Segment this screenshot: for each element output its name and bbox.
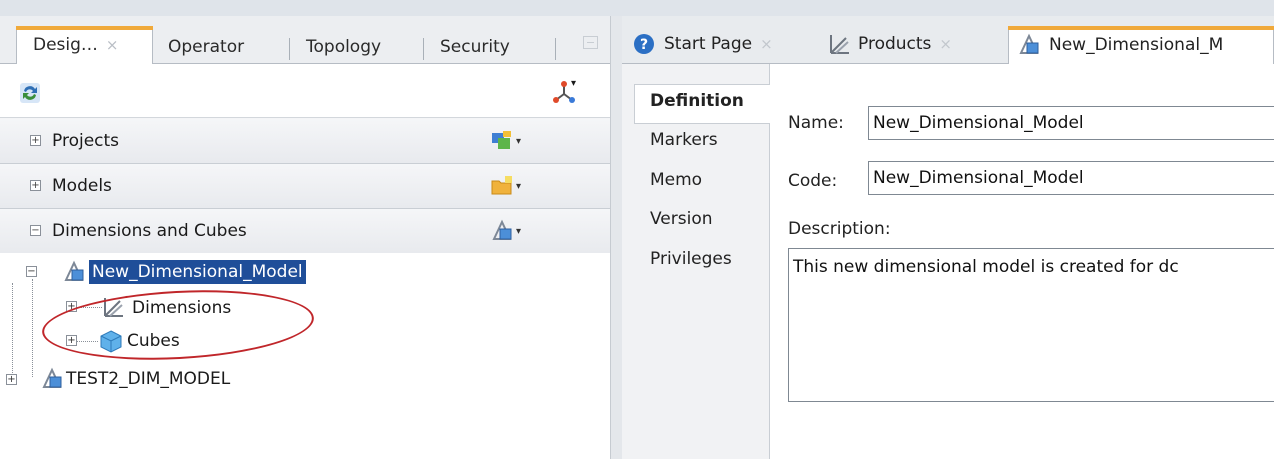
code-label: Code: — [788, 171, 838, 191]
chevron-down-icon[interactable]: ▾ — [571, 78, 576, 89]
tab-topology[interactable]: Topology — [306, 30, 381, 64]
tab-security[interactable]: Security — [440, 30, 510, 64]
collapse-icon[interactable]: − — [26, 266, 37, 277]
help-icon: ? — [634, 34, 654, 54]
editor-tab-bar: ? Start Page × Products × New_Dimensional_… — [622, 16, 1274, 64]
side-tab-memo[interactable]: Memo — [650, 170, 702, 190]
chevron-down-icon[interactable]: ▾ — [516, 209, 521, 254]
dimensional-model-icon — [1019, 33, 1039, 54]
side-tab-markers[interactable]: Markers — [650, 130, 718, 150]
refresh-icon[interactable] — [18, 81, 42, 105]
tree-node-test2-dim-model[interactable]: TEST2_DIM_MODEL — [66, 367, 230, 391]
tab-designer-label: Desig… — [33, 35, 98, 55]
window-top-strip — [0, 0, 622, 16]
definition-form: Name: New_Dimensional_Model Code: New_Di… — [770, 64, 1274, 459]
side-tab-definition[interactable]: Definition — [650, 91, 744, 111]
accordion-projects[interactable]: + Projects ▾ — [0, 119, 610, 164]
navigator-toolbar: ▾ — [0, 64, 610, 118]
svg-text:?: ? — [640, 37, 648, 53]
tab-separator — [555, 38, 556, 60]
description-label: Description: — [788, 219, 891, 239]
chevron-down-icon[interactable]: ▾ — [516, 119, 521, 164]
editor-side-tabs: Definition Markers Memo Version Privileg… — [622, 64, 770, 459]
dimensions-tree: − New_Dimensional_Model + Dimensions + C… — [0, 253, 610, 459]
tree-connector — [12, 283, 13, 379]
accordion-projects-label: Projects — [52, 131, 120, 151]
accordion-models-label: Models — [52, 176, 112, 196]
tab-new-dimensional-model-label: New_Dimensional_M — [1049, 35, 1224, 55]
dimensional-model-icon — [64, 260, 84, 281]
models-menu-icon[interactable] — [490, 174, 514, 198]
tree-node-new-dimensional-model[interactable]: New_Dimensional_Model — [89, 260, 306, 284]
accordion-dimensions-label: Dimensions and Cubes — [52, 221, 247, 241]
dimensional-model-icon — [42, 367, 62, 388]
dimensional-model-menu-icon[interactable] — [490, 219, 514, 243]
minimize-panel-icon[interactable] — [583, 36, 598, 49]
expand-icon[interactable]: + — [30, 135, 41, 146]
tab-designer[interactable]: Desig… × — [16, 26, 153, 65]
window-top-strip — [622, 0, 1274, 16]
side-tab-privileges[interactable]: Privileges — [650, 249, 732, 269]
tab-close-icon[interactable]: × — [939, 35, 952, 53]
dimension-icon — [830, 35, 849, 54]
expand-icon[interactable]: + — [30, 180, 41, 191]
name-input[interactable]: New_Dimensional_Model — [868, 106, 1274, 140]
side-tab-version[interactable]: Version — [650, 209, 713, 229]
tab-new-dimensional-model[interactable]: New_Dimensional_M — [1008, 26, 1274, 64]
navigator-tab-bar: Desig… × Operator Topology Security — [0, 16, 610, 65]
tab-products-label: Products — [858, 34, 932, 54]
tab-close-icon[interactable]: × — [106, 36, 119, 54]
collapse-icon[interactable]: − — [30, 225, 41, 236]
expand-icon[interactable]: + — [6, 374, 17, 385]
description-textarea[interactable]: This new dimensional model is created fo… — [788, 248, 1274, 402]
tab-close-icon[interactable]: × — [760, 35, 773, 53]
tab-start-page[interactable]: ? Start Page × — [630, 26, 773, 64]
tab-operator[interactable]: Operator — [168, 30, 244, 64]
tree-connector — [32, 279, 33, 377]
accordion-dimensions-and-cubes[interactable]: − Dimensions and Cubes ▾ — [0, 209, 610, 254]
chevron-down-icon[interactable]: ▾ — [516, 164, 521, 209]
accordion-models[interactable]: + Models ▾ — [0, 164, 610, 209]
tab-separator — [289, 38, 290, 60]
name-label: Name: — [788, 113, 844, 133]
tab-start-page-label: Start Page — [664, 34, 753, 54]
projects-menu-icon[interactable] — [490, 129, 514, 153]
code-input[interactable]: New_Dimensional_Model — [868, 161, 1274, 195]
panel-splitter[interactable] — [610, 16, 622, 459]
editor-panel: ? Start Page × Products × New_Dimensional_… — [622, 0, 1274, 459]
tab-separator — [423, 38, 424, 60]
tab-products[interactable]: Products × — [826, 26, 952, 64]
designer-navigator-panel: Desig… × Operator Topology Security ▾ + P… — [0, 0, 622, 459]
